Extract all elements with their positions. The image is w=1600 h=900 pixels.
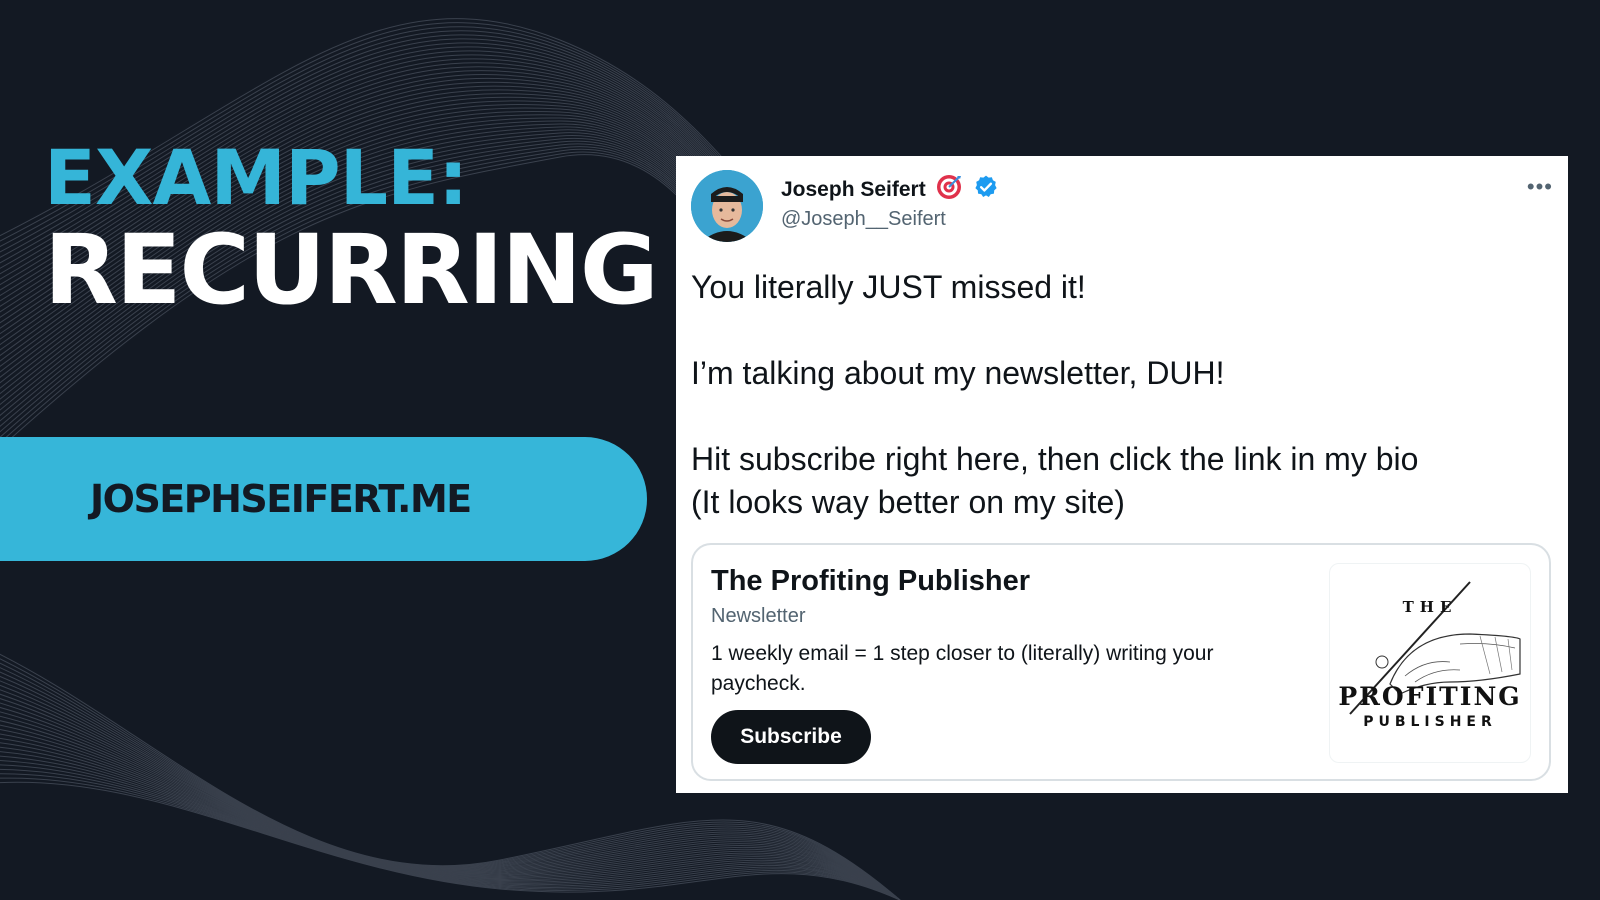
quill-hand-illustration-icon	[1349, 581, 1521, 715]
slide-headline: EXAMPLE: RECURRING	[44, 133, 659, 326]
newsletter-description: 1 weekly email = 1 step closer to (liter…	[711, 642, 1214, 695]
tweet-line: I’m talking about my newsletter, DUH!	[691, 355, 1225, 391]
tweet-line: (It looks way better on my site)	[691, 484, 1125, 520]
tweet-card: Joseph Seifert @Joseph__Seifert ••• You …	[676, 156, 1568, 793]
site-link-text[interactable]: JOSEPHSEIFERT.ME	[90, 477, 472, 521]
newsletter-logo: THE PROFITING PUBLISHER	[1329, 563, 1531, 763]
subscribe-button[interactable]: Subscribe	[711, 710, 871, 764]
newsletter-subtitle: Newsletter	[711, 605, 806, 627]
site-link-pill[interactable]: JOSEPHSEIFERT.ME	[0, 437, 647, 561]
author-handle[interactable]: @Joseph__Seifert	[781, 208, 946, 231]
newsletter-card[interactable]: The Profiting Publisher Newsletter 1 wee…	[691, 543, 1551, 781]
author-name[interactable]: Joseph Seifert	[781, 178, 926, 202]
tweet-line: You literally JUST missed it!	[691, 269, 1086, 305]
avatar[interactable]	[691, 170, 763, 242]
logo-line-publisher: PUBLISHER	[1363, 714, 1497, 730]
verified-badge-icon	[973, 174, 999, 205]
tweet-author[interactable]: Joseph Seifert	[781, 174, 999, 205]
headline-recurring: RECURRING	[44, 214, 659, 326]
logo-line-the: THE	[1402, 598, 1458, 616]
more-options-icon[interactable]: •••	[1527, 174, 1553, 200]
logo-line-profiting: PROFITING	[1338, 682, 1522, 711]
target-emoji-icon	[936, 174, 962, 205]
headline-example: EXAMPLE:	[44, 133, 468, 222]
tweet-line: Hit subscribe right here, then click the…	[691, 441, 1419, 477]
tweet-body: You literally JUST missed it! I’m talkin…	[691, 266, 1541, 524]
newsletter-title[interactable]: The Profiting Publisher	[711, 565, 1030, 598]
